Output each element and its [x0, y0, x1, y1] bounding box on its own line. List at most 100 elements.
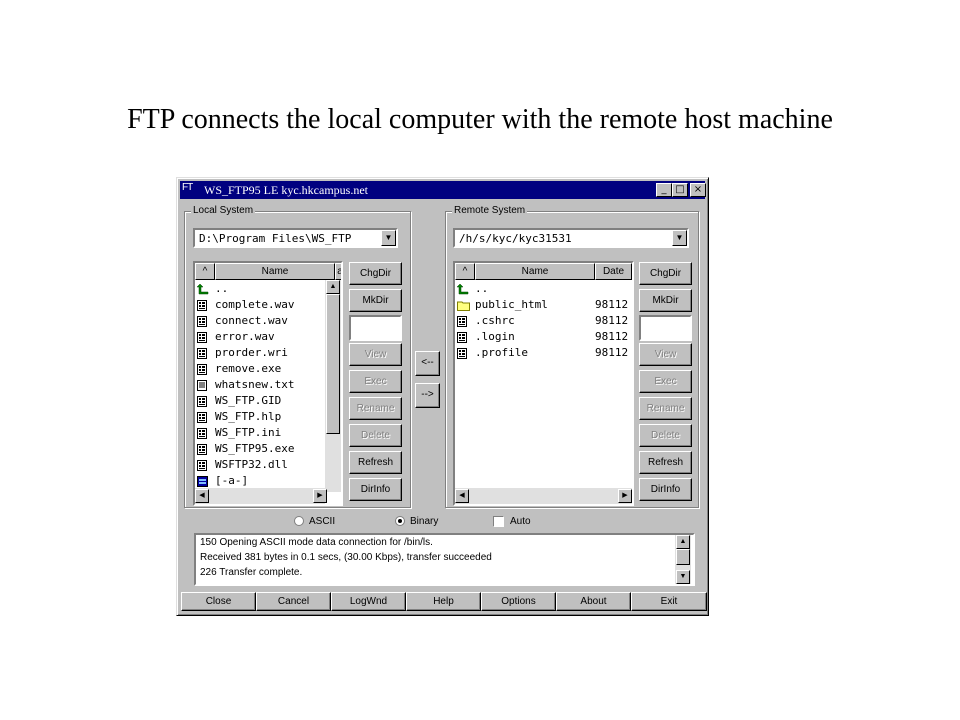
- minimize-button[interactable]: _: [656, 183, 672, 197]
- remote-path-combo[interactable]: /h/s/kyc/kyc31531 ▼: [453, 228, 689, 248]
- remote-file-name: public_html: [475, 298, 548, 311]
- window-title: WS_FTP95 LE kyc.hkcampus.net: [204, 183, 368, 197]
- local-file-row[interactable]: WS_FTP.ini: [195, 425, 325, 441]
- remote-refresh-button[interactable]: Refresh: [639, 451, 692, 474]
- remote-scroll-left-icon[interactable]: ◀: [455, 489, 469, 503]
- transfer-to-local-button[interactable]: <--: [415, 351, 440, 376]
- local-file-row[interactable]: connect.wav: [195, 313, 325, 329]
- local-exec-button[interactable]: Exec: [349, 370, 402, 393]
- remote-file-row[interactable]: ..: [455, 281, 632, 297]
- local-file-name: WS_FTP.GID: [215, 394, 282, 407]
- options-button[interactable]: Options: [481, 592, 556, 611]
- file-icon: [197, 460, 207, 471]
- log-scroll-down-icon[interactable]: ▼: [676, 570, 690, 584]
- slide-title: FTP connects the local computer with the…: [127, 104, 833, 135]
- remote-file-row[interactable]: .cshrc 98112: [455, 313, 632, 329]
- local-mkdir-field[interactable]: [349, 315, 402, 341]
- local-file-row[interactable]: ..: [195, 281, 325, 297]
- transfer-to-remote-button[interactable]: -->: [415, 383, 440, 408]
- local-file-name: whatsnew.txt: [215, 378, 295, 391]
- about-button[interactable]: About: [556, 592, 631, 611]
- local-hscrollbar[interactable]: ◀ ▶: [195, 488, 327, 504]
- remote-file-date: 98112: [595, 330, 629, 343]
- local-file-row[interactable]: WS_FTP.hlp: [195, 409, 325, 425]
- local-delete-button[interactable]: Delete: [349, 424, 402, 447]
- local-scroll-thumb[interactable]: [326, 294, 340, 434]
- remote-mkdir-field[interactable]: [639, 315, 692, 341]
- local-mkdir-button[interactable]: MkDir: [349, 289, 402, 312]
- local-file-row[interactable]: WSFTP32.dll: [195, 457, 325, 473]
- local-up-header[interactable]: ^: [195, 263, 215, 280]
- remote-delete-button[interactable]: Delete: [639, 424, 692, 447]
- remote-dirinfo-button[interactable]: DirInfo: [639, 478, 692, 501]
- remote-mkdir-button[interactable]: MkDir: [639, 289, 692, 312]
- local-scroll-up-icon[interactable]: ▲: [326, 280, 340, 294]
- local-rename-button[interactable]: Rename: [349, 397, 402, 420]
- local-extra-header[interactable]: a: [335, 263, 341, 280]
- file-icon: [197, 348, 207, 359]
- local-file-name: WS_FTP95.exe: [215, 442, 295, 455]
- local-file-row[interactable]: prorder.wri: [195, 345, 325, 361]
- cancel-button[interactable]: Cancel: [256, 592, 331, 611]
- local-path-combo[interactable]: D:\Program Files\WS_FTP ▼: [193, 228, 398, 248]
- title-bar[interactable]: FT WS_FTP95 LE kyc.hkcampus.net _ □ ×: [180, 181, 706, 199]
- maximize-button[interactable]: □: [672, 183, 688, 197]
- remote-hscrollbar[interactable]: ◀ ▶: [455, 488, 632, 504]
- local-file-row[interactable]: [-a-]: [195, 473, 325, 489]
- local-scroll-right-icon[interactable]: ▶: [313, 489, 327, 503]
- remote-file-row[interactable]: .login 98112: [455, 329, 632, 345]
- local-file-row[interactable]: whatsnew.txt: [195, 377, 325, 393]
- remote-file-name: .profile: [475, 346, 528, 359]
- remote-rename-button[interactable]: Rename: [639, 397, 692, 420]
- file-icon: [457, 332, 467, 343]
- local-vscrollbar[interactable]: ▲: [325, 280, 341, 492]
- local-file-row[interactable]: WS_FTP.GID: [195, 393, 325, 409]
- file-icon: [197, 300, 207, 311]
- remote-file-date: 98112: [595, 298, 629, 311]
- local-dirinfo-button[interactable]: DirInfo: [349, 478, 402, 501]
- remote-file-list[interactable]: ^ Name Date .. public_html 98112 .cshrc 9811…: [453, 261, 634, 506]
- close-button[interactable]: Close: [181, 592, 256, 611]
- local-name-header[interactable]: Name: [215, 263, 335, 280]
- local-file-row[interactable]: error.wav: [195, 329, 325, 345]
- remote-chgdir-button[interactable]: ChgDir: [639, 262, 692, 285]
- remote-up-header[interactable]: ^: [455, 263, 475, 280]
- remote-name-header[interactable]: Name: [475, 263, 595, 280]
- local-file-row[interactable]: WS_FTP95.exe: [195, 441, 325, 457]
- local-file-list[interactable]: ^ Name a .. complete.wav connect.wav error.…: [193, 261, 343, 506]
- exit-button[interactable]: Exit: [631, 592, 707, 611]
- remote-file-row[interactable]: public_html 98112: [455, 297, 632, 313]
- local-file-row[interactable]: complete.wav: [195, 297, 325, 313]
- local-file-name: remove.exe: [215, 362, 282, 375]
- local-file-name: prorder.wri: [215, 346, 288, 359]
- remote-view-button[interactable]: View: [639, 343, 692, 366]
- remote-file-row[interactable]: .profile 98112: [455, 345, 632, 361]
- file-icon: [197, 396, 207, 407]
- log-box[interactable]: 150 Opening ASCII mode data connection f…: [194, 533, 695, 586]
- local-view-button[interactable]: View: [349, 343, 402, 366]
- local-chgdir-button[interactable]: ChgDir: [349, 262, 402, 285]
- close-window-button[interactable]: ×: [690, 183, 706, 197]
- local-scroll-left-icon[interactable]: ◀: [195, 489, 209, 503]
- local-path-dropdown-icon[interactable]: ▼: [381, 230, 396, 246]
- logwnd-button[interactable]: LogWnd: [331, 592, 406, 611]
- remote-path-dropdown-icon[interactable]: ▼: [672, 230, 687, 246]
- binary-radio[interactable]: [395, 516, 405, 526]
- file-icon: [197, 364, 207, 375]
- auto-checkbox[interactable]: [493, 516, 504, 527]
- local-file-name: WSFTP32.dll: [215, 458, 288, 471]
- ascii-radio[interactable]: [294, 516, 304, 526]
- help-button[interactable]: Help: [406, 592, 481, 611]
- remote-scroll-right-icon[interactable]: ▶: [618, 489, 632, 503]
- log-scroll-up-icon[interactable]: ▲: [676, 535, 690, 549]
- local-file-name: WS_FTP.ini: [215, 426, 282, 439]
- remote-exec-button[interactable]: Exec: [639, 370, 692, 393]
- remote-date-header[interactable]: Date: [595, 263, 632, 280]
- file-icon: [457, 316, 467, 327]
- local-refresh-button[interactable]: Refresh: [349, 451, 402, 474]
- log-vscrollbar[interactable]: ▲ ▼: [675, 535, 691, 584]
- local-file-name: WS_FTP.hlp: [215, 410, 282, 423]
- log-scroll-thumb[interactable]: [676, 549, 690, 565]
- local-file-row[interactable]: remove.exe: [195, 361, 325, 377]
- remote-file-date: 98112: [595, 314, 629, 327]
